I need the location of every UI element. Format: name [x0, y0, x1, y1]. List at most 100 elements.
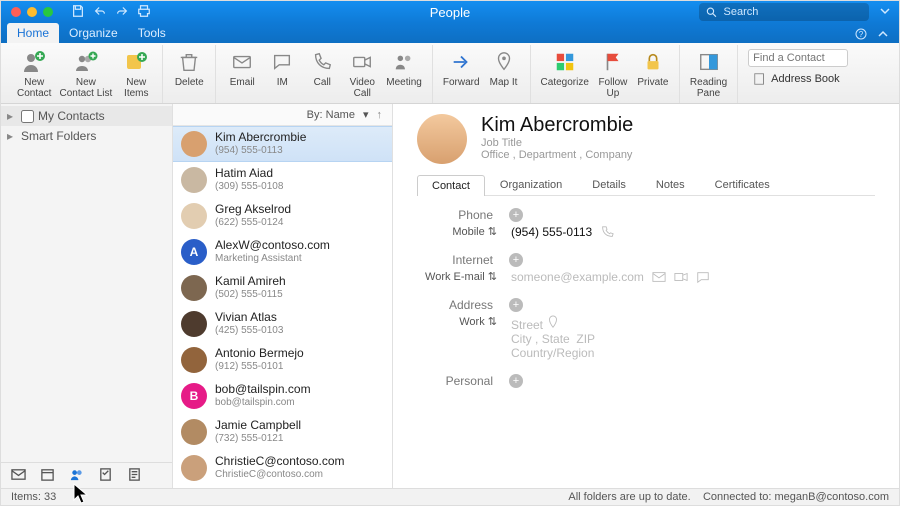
- people-view-icon[interactable]: [69, 467, 84, 485]
- mail-view-icon[interactable]: [11, 467, 26, 485]
- map-it-button[interactable]: Map It: [484, 47, 524, 90]
- tab-certificates[interactable]: Certificates: [700, 174, 785, 195]
- personal-section-header: Personal: [417, 374, 503, 388]
- global-search[interactable]: [699, 3, 869, 21]
- sort-direction-icon[interactable]: ↑: [377, 109, 383, 121]
- contact-row[interactable]: Jamie Campbell(732) 555-0121: [173, 414, 392, 450]
- new-items-button[interactable]: New Items: [116, 47, 156, 101]
- tab-contact[interactable]: Contact: [417, 175, 485, 196]
- add-address-button[interactable]: +: [509, 298, 523, 312]
- job-title-placeholder[interactable]: Job Title: [481, 137, 633, 149]
- contact-row[interactable]: Vivian Atlas(425) 555-0103: [173, 306, 392, 342]
- contact-sub: Marketing Assistant: [215, 252, 330, 265]
- undo-icon[interactable]: [93, 4, 107, 21]
- people-plus-icon: [73, 49, 99, 75]
- follow-up-button[interactable]: Follow Up: [593, 47, 633, 101]
- save-icon[interactable]: [71, 4, 85, 21]
- titlebar: People: [1, 1, 899, 23]
- connection-status: Connected to: meganB@contoso.com: [703, 491, 889, 503]
- forward-button[interactable]: Forward: [439, 47, 484, 90]
- private-button[interactable]: Private: [633, 47, 673, 90]
- add-personal-button[interactable]: +: [509, 374, 523, 388]
- im-action-icon[interactable]: [696, 270, 710, 284]
- ribbon: New Contact New Contact List New Items D…: [1, 43, 899, 104]
- im-button[interactable]: IM: [262, 47, 302, 90]
- minimize-button[interactable]: [27, 7, 37, 17]
- print-icon[interactable]: [137, 4, 151, 21]
- address-book-button[interactable]: Address Book: [748, 69, 848, 89]
- reading-pane-button[interactable]: Reading Pane: [686, 47, 731, 101]
- list-sort-header[interactable]: By: Name ▾ ↑: [173, 104, 392, 126]
- find-contact-input[interactable]: [748, 49, 848, 67]
- calendar-view-icon[interactable]: [40, 467, 55, 485]
- add-phone-button[interactable]: +: [509, 208, 523, 222]
- trash-icon: [176, 49, 202, 75]
- contact-row[interactable]: Greg Akselrod(622) 555-0124: [173, 198, 392, 234]
- work-address-label[interactable]: Work ⇅: [417, 315, 503, 328]
- search-input[interactable]: [722, 5, 864, 19]
- new-contact-button[interactable]: New Contact: [13, 47, 55, 101]
- org-line[interactable]: Office , Department , Company: [481, 149, 633, 161]
- map-pin-icon: [491, 49, 517, 75]
- notes-view-icon[interactable]: [127, 467, 142, 485]
- mobile-value[interactable]: (954) 555-0113: [511, 225, 592, 239]
- disclosure-icon: ▸: [7, 109, 17, 123]
- categorize-button[interactable]: Categorize: [537, 47, 593, 90]
- contact-sub: (622) 555-0124: [215, 216, 291, 229]
- tab-notes[interactable]: Notes: [641, 174, 700, 195]
- label: New Contact List: [59, 77, 112, 99]
- view-switcher: [1, 462, 172, 488]
- call-button[interactable]: Call: [302, 47, 342, 90]
- video-call-button[interactable]: Video Call: [342, 47, 382, 101]
- avatar: A: [181, 239, 207, 265]
- phone-icon[interactable]: [600, 225, 614, 239]
- tab-organization[interactable]: Organization: [485, 174, 577, 195]
- tasks-view-icon[interactable]: [98, 467, 113, 485]
- video-icon: [349, 49, 375, 75]
- contact-name: Kim Abercrombie: [215, 131, 306, 144]
- work-email-placeholder[interactable]: someone@example.com: [511, 270, 644, 284]
- zoom-button[interactable]: [43, 7, 53, 17]
- contact-row[interactable]: Kamil Amireh(502) 555-0115: [173, 270, 392, 306]
- tab-details[interactable]: Details: [577, 174, 641, 195]
- country-placeholder[interactable]: Country/Region: [511, 346, 595, 360]
- help-icon[interactable]: ?: [855, 28, 867, 43]
- tab-tools[interactable]: Tools: [128, 23, 176, 43]
- contact-row[interactable]: Hatim Aiad(309) 555-0108: [173, 162, 392, 198]
- redo-icon[interactable]: [115, 4, 129, 21]
- contact-row[interactable]: Bbob@tailspin.combob@tailspin.com: [173, 378, 392, 414]
- contact-sub: ChristieC@contoso.com: [215, 468, 345, 481]
- tab-home[interactable]: Home: [7, 23, 59, 43]
- contact-sub: (912) 555-0101: [215, 360, 304, 373]
- chevron-down-icon[interactable]: [879, 5, 891, 20]
- map-pin-icon[interactable]: [546, 315, 560, 329]
- mobile-label[interactable]: Mobile ⇅: [417, 225, 503, 238]
- add-internet-button[interactable]: +: [509, 253, 523, 267]
- tab-organize[interactable]: Organize: [59, 23, 128, 43]
- contact-row[interactable]: Kim Abercrombie(954) 555-0113: [173, 126, 392, 162]
- ribbon-tabs: Home Organize Tools ?: [1, 23, 899, 43]
- nav-smart-folders[interactable]: ▸ Smart Folders: [1, 126, 172, 146]
- person-plus-icon: [21, 49, 47, 75]
- window-controls[interactable]: [11, 7, 53, 17]
- avatar: [181, 311, 207, 337]
- contact-row[interactable]: ChristieC@contoso.comChristieC@contoso.c…: [173, 450, 392, 486]
- contact-row[interactable]: Antonio Bermejo(912) 555-0101: [173, 342, 392, 378]
- collapse-ribbon-icon[interactable]: [877, 28, 889, 43]
- nav-my-contacts[interactable]: ▸ My Contacts: [1, 106, 172, 126]
- street-placeholder[interactable]: Street: [511, 318, 543, 332]
- contact-row[interactable]: AAlexW@contoso.comMarketing Assistant: [173, 234, 392, 270]
- my-contacts-checkbox[interactable]: [21, 110, 34, 123]
- contact-avatar[interactable]: [417, 114, 467, 164]
- new-contact-list-button[interactable]: New Contact List: [55, 47, 116, 101]
- meeting-button[interactable]: Meeting: [382, 47, 426, 90]
- contacts-list[interactable]: Kim Abercrombie(954) 555-0113Hatim Aiad(…: [173, 126, 392, 488]
- sync-status: All folders are up to date.: [568, 491, 690, 503]
- email-action-icon[interactable]: [652, 270, 666, 284]
- close-button[interactable]: [11, 7, 21, 17]
- work-email-label[interactable]: Work E-mail ⇅: [417, 270, 503, 283]
- video-action-icon[interactable]: [674, 270, 688, 284]
- contact-name[interactable]: Kim Abercrombie: [481, 114, 633, 137]
- email-button[interactable]: Email: [222, 47, 262, 90]
- delete-button[interactable]: Delete: [169, 47, 209, 90]
